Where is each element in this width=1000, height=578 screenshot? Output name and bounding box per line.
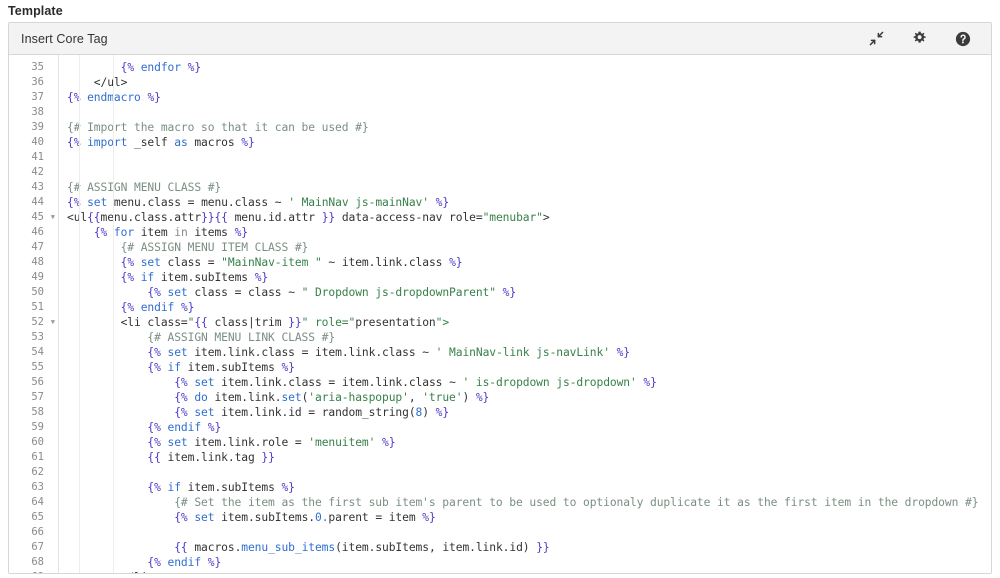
code-line[interactable] [67, 150, 991, 165]
line-number: 40 [31, 136, 44, 148]
code-line[interactable] [67, 525, 991, 540]
fold-toggle-icon[interactable]: ▼ [51, 210, 55, 225]
line-number: 43 [31, 181, 44, 193]
line-number: 58 [31, 406, 44, 418]
code-line[interactable]: {% endif %} [67, 300, 991, 315]
line-number: 69 [9, 570, 59, 573]
line-number: 63 [31, 481, 44, 493]
code-line[interactable]: {% set item.link.class = item.link.class… [67, 375, 991, 390]
code-editor: Insert Core Tag 35 36 37 38 39 40 41 42 … [8, 22, 992, 574]
code-area[interactable]: 35 36 37 38 39 40 41 42 43 44 45 ▼ 46 47 48 49 50 51 52 ▼ 53… [9, 55, 991, 573]
code-line[interactable]: {% if item.subItems %} [67, 360, 991, 375]
code-line[interactable]: </li> [67, 570, 991, 573]
code-line[interactable]: {% if item.subItems %} [67, 270, 991, 285]
code-line[interactable]: {% set item.link.role = 'menuitem' %} [67, 435, 991, 450]
code-line[interactable]: {# ASSIGN MENU CLASS #} [67, 180, 991, 195]
line-number: 46 [31, 226, 44, 238]
code-line[interactable]: {% for item in items %} [67, 225, 991, 240]
line-number: 66 [31, 526, 44, 538]
code-line[interactable]: {% set class = "MainNav-item " ~ item.li… [67, 255, 991, 270]
line-number: 56 [31, 376, 44, 388]
line-number-gutter: 35 36 37 38 39 40 41 42 43 44 45 ▼ 46 47 48 49 50 51 52 ▼ 53… [9, 55, 59, 573]
line-number: 39 [31, 121, 44, 133]
code-line[interactable]: {% endif %} [67, 420, 991, 435]
line-number: 47 [31, 241, 44, 253]
collapse-icon[interactable] [868, 30, 885, 47]
code-line[interactable]: {% set item.subItems.0.parent = item %} [67, 510, 991, 525]
line-number: 42 [31, 166, 44, 178]
line-number: 60 [31, 436, 44, 448]
line-number: 36 [31, 76, 44, 88]
line-number: 62 [31, 466, 44, 478]
code-line[interactable]: {# Set the item as the first sub item's … [67, 495, 991, 510]
line-number: 48 [31, 256, 44, 268]
line-number: 51 [31, 301, 44, 313]
line-number: 52 ▼ [31, 315, 55, 330]
line-number: 45 ▼ [31, 210, 55, 225]
editor-toolbar: Insert Core Tag [9, 23, 991, 55]
line-number: 59 [31, 421, 44, 433]
code-line[interactable]: {% do item.link.set('aria-haspopup', 'tr… [67, 390, 991, 405]
code-line[interactable]: <li class="{{ class|trim }}" role="prese… [67, 315, 991, 330]
line-number: 41 [31, 151, 44, 163]
line-number: 53 [31, 331, 44, 343]
line-number: 54 [31, 346, 44, 358]
template-editor-screen: Template Insert Core Tag 35 36 37 38 39 … [0, 0, 1000, 578]
code-line[interactable]: {% set class = class ~ " Dropdown js-dro… [67, 285, 991, 300]
code-line[interactable]: </ul> [67, 75, 991, 90]
insert-core-tag-button[interactable]: Insert Core Tag [9, 23, 120, 54]
code-line[interactable]: {% import _self as macros %} [67, 135, 991, 150]
line-number: 65 [31, 511, 44, 523]
line-number: 67 [31, 541, 44, 553]
code-line[interactable]: {# Import the macro so that it can be us… [67, 120, 991, 135]
line-number: 68 [31, 556, 44, 568]
line-number: 49 [31, 271, 44, 283]
line-number: 57 [31, 391, 44, 403]
line-number: 44 [31, 196, 44, 208]
line-number: 38 [31, 106, 44, 118]
line-number: 61 [31, 451, 44, 463]
code-line[interactable]: <ul{{menu.class.attr}}{{ menu.id.attr }}… [67, 210, 991, 225]
page-title: Template [8, 4, 63, 18]
gear-icon[interactable] [911, 30, 928, 47]
code-line[interactable]: {% set item.link.id = random_string(8) %… [67, 405, 991, 420]
code-line[interactable]: {% if item.subItems %} [67, 480, 991, 495]
code-content[interactable]: {% endfor %} </ul> {% endmacro %} {# Impo… [59, 55, 991, 573]
code-line[interactable]: {{ macros.menu_sub_items(item.subItems, … [67, 540, 991, 555]
code-line[interactable] [67, 105, 991, 120]
code-line[interactable]: {% set menu.class = menu.class ~ ' MainN… [67, 195, 991, 210]
help-circle-icon[interactable] [954, 30, 971, 47]
code-line[interactable] [67, 465, 991, 480]
code-line[interactable]: {{ item.link.tag }} [67, 450, 991, 465]
toolbar-left-group: Insert Core Tag [9, 23, 120, 54]
code-line[interactable]: {% endif %} [67, 555, 991, 570]
code-line[interactable]: {% set item.link.class = item.link.class… [67, 345, 991, 360]
code-line[interactable]: {% endmacro %} [67, 90, 991, 105]
code-line[interactable]: {% endfor %} [67, 60, 991, 75]
toolbar-right-group [868, 30, 981, 47]
line-number: 55 [31, 361, 44, 373]
line-number: 64 [31, 496, 44, 508]
line-number: 37 [31, 91, 44, 103]
line-number: 50 [31, 286, 44, 298]
line-number: 35 [31, 61, 44, 73]
code-line[interactable]: {# ASSIGN MENU LINK CLASS #} [67, 330, 991, 345]
fold-toggle-icon[interactable]: ▼ [51, 315, 55, 330]
code-line[interactable]: {# ASSIGN MENU ITEM CLASS #} [67, 240, 991, 255]
code-line[interactable] [67, 165, 991, 180]
